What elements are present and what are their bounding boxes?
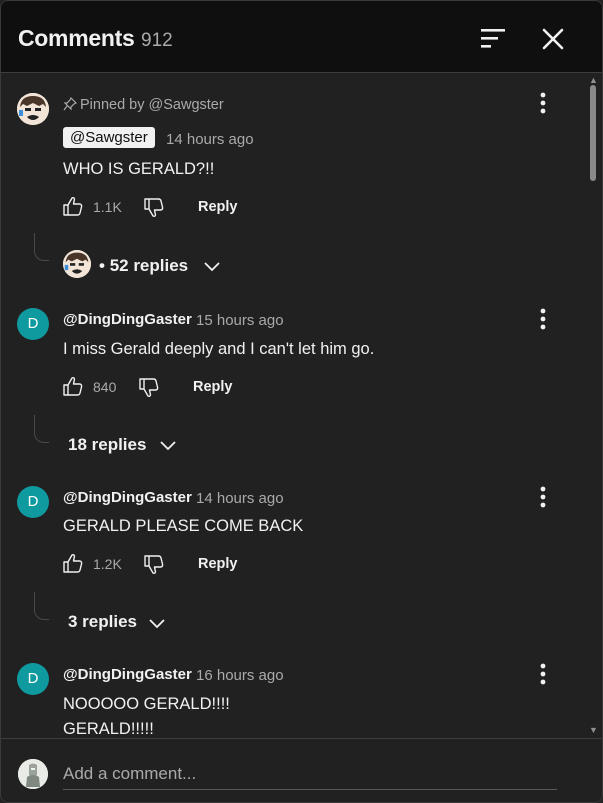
thread-line [34,233,49,261]
reply-button[interactable]: Reply [198,556,238,572]
replies-toggle[interactable]: 3 replies [68,612,137,632]
like-count: 840 [93,379,117,395]
letter-avatar[interactable]: D [17,663,49,695]
comment-time[interactable]: 14 hours ago [166,131,254,148]
comment-author[interactable]: @DingDingGaster [63,489,192,506]
scroll-up-arrow-icon[interactable]: ▲ [589,75,598,85]
add-comment-input[interactable] [63,759,557,790]
comment-text: WHO IS GERALD?!! [63,157,214,182]
comment-text-line: I miss Gerald deeply and I can't let him… [63,340,375,358]
dislike-icon[interactable] [143,197,165,219]
comment-text: NOOOOO GERALD!!!! GERALD!!!!! [63,692,230,738]
letter-avatar[interactable]: D [17,308,49,340]
comment-author[interactable]: @DingDingGaster [63,311,192,328]
comment-author-creator[interactable]: @Sawgster [63,127,155,148]
reply-button[interactable]: Reply [193,379,233,395]
more-options-icon[interactable] [533,661,553,687]
like-icon[interactable] [62,195,84,217]
dislike-icon[interactable] [143,554,165,576]
scroll-down-arrow-icon[interactable]: ▼ [589,725,598,735]
sort-icon[interactable] [478,24,508,54]
like-count: 1.1K [93,199,122,215]
replies-count: 52 replies [109,256,189,275]
face-avatar [63,250,91,278]
more-options-icon[interactable] [533,90,553,116]
scrollbar-thumb[interactable] [590,85,596,181]
comment-text-line: WHO IS GERALD?!! [63,160,215,178]
comments-count: 912 [141,30,173,51]
replies-toggle[interactable]: • 52 replies [99,256,188,276]
user-avatar [18,759,48,789]
close-icon[interactable] [538,24,568,54]
chevron-down-icon[interactable] [202,256,222,276]
comments-header: Comments 912 [1,1,602,73]
comment-text-line: NOOOOO GERALD!!!! [63,695,230,713]
comment-text-line: GERALD PLEASE COME BACK [63,517,304,535]
thread-line [34,592,49,620]
pinned-label: Pinned by @Sawgster [80,97,224,113]
letter-avatar[interactable]: D [17,486,49,518]
chevron-down-icon[interactable] [158,435,178,455]
comments-panel: Comments 912 Pinned by @Sawgster @Sawgst… [0,0,603,803]
more-options-icon[interactable] [533,484,553,510]
comment-text: I miss Gerald deeply and I can't let him… [63,337,374,362]
comment-time[interactable]: 16 hours ago [196,667,284,684]
scrollbar[interactable]: ▲ ▼ [587,73,601,738]
comment-time[interactable]: 15 hours ago [196,312,284,329]
replies-toggle[interactable]: 18 replies [68,435,146,455]
comments-list[interactable]: Pinned by @Sawgster @Sawgster 14 hours a… [1,73,602,738]
dislike-icon[interactable] [138,377,160,399]
chevron-down-icon[interactable] [147,613,167,633]
comment-author[interactable]: @DingDingGaster [63,666,192,683]
comment-text: GERALD PLEASE COME BACK [63,514,303,539]
reply-button[interactable]: Reply [198,199,238,215]
like-count: 1.2K [93,556,122,572]
thread-line [34,415,49,443]
comments-title: Comments [18,25,135,51]
comment-text-line: GERALD!!!!! [63,720,154,738]
comment-time[interactable]: 14 hours ago [196,490,284,507]
more-options-icon[interactable] [533,306,553,332]
add-comment-bar [1,738,602,802]
pin-icon [63,97,77,111]
replies-separator: • [99,256,105,275]
like-icon[interactable] [62,375,84,397]
face-avatar[interactable] [17,93,49,125]
like-icon[interactable] [62,552,84,574]
